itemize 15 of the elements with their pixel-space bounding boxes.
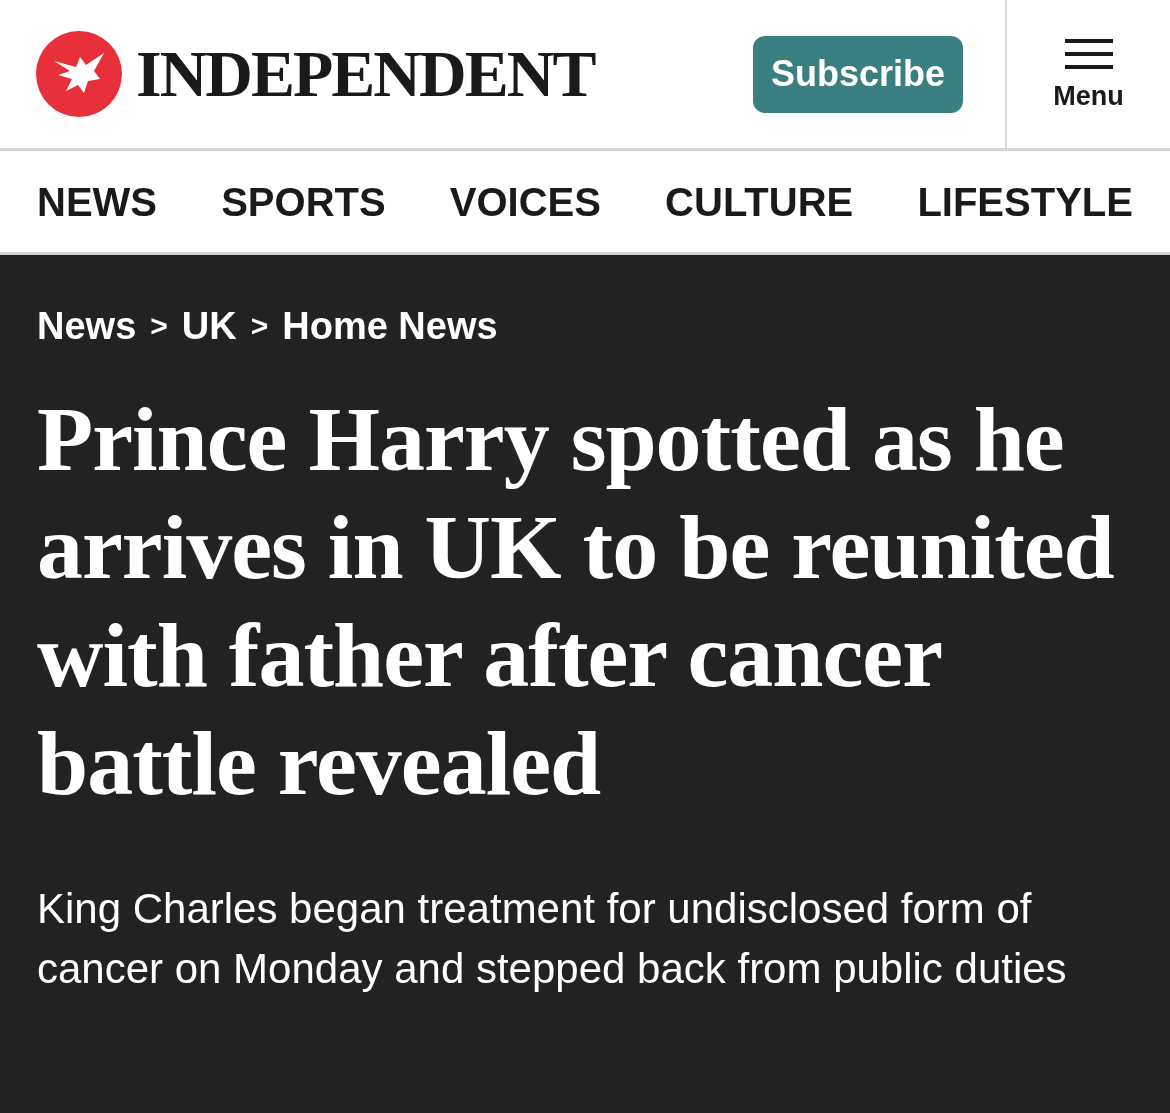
breadcrumb-link[interactable]: UK — [181, 307, 237, 345]
nav-link[interactable]: CULTURE — [665, 181, 854, 222]
nav-link[interactable]: LIFESTYLE — [917, 181, 1133, 222]
logo-wordmark[interactable]: INDEPENDENT — [136, 41, 595, 107]
subscribe-button[interactable]: Subscribe — [753, 35, 963, 113]
breadcrumb-separator: > — [250, 311, 269, 341]
standfirst: King Charles began treatment for undisclosed form of cancer on Monday and stepped back from public duties — [37, 884, 1068, 994]
nav-link[interactable]: VOICES — [449, 181, 601, 222]
headline: Prince Harry spotted as he arrives in UK to be reunited with father after cancer battle revealed — [37, 387, 1115, 816]
nav-link[interactable]: NEWS — [37, 181, 157, 222]
breadcrumb-link[interactable]: Home News — [282, 307, 498, 345]
menu-icon — [1064, 38, 1113, 69]
breadcrumb-separator: > — [150, 311, 168, 341]
nav-link[interactable]: SPORTS — [221, 181, 386, 222]
breadcrumb-link[interactable]: News — [37, 307, 137, 345]
